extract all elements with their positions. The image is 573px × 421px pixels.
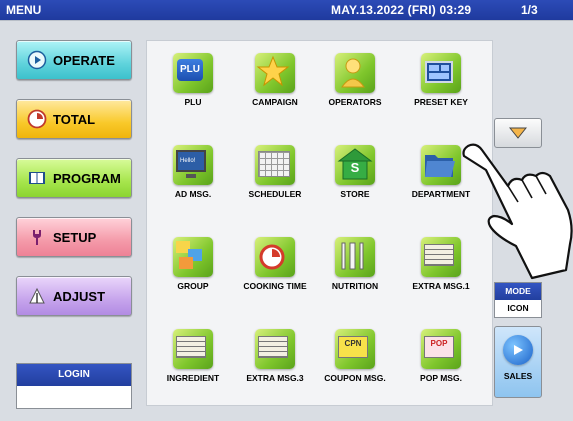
adjust-label: ADJUST	[53, 288, 106, 304]
tile-label: EXTRA MSG.1	[412, 281, 470, 291]
adjust-button[interactable]: ADJUST	[16, 276, 132, 316]
pop-icon: POP	[421, 329, 461, 369]
clock-icon	[27, 109, 47, 129]
tile-plu[interactable]: PLU PLU	[151, 53, 235, 107]
mode-value: ICON	[507, 303, 529, 313]
login-box[interactable]: LOGIN	[16, 363, 132, 409]
tile-pop-msg[interactable]: POP POP MSG.	[399, 329, 483, 383]
note-icon	[255, 329, 295, 369]
title-bar: MENU MAY.13.2022 (FRI) 03:29 1/3	[0, 0, 573, 20]
menu-icon-panel: PLU PLU CAMPAIGN OPERATORS PRESET KEY He…	[146, 40, 493, 406]
tile-label: AD MSG.	[174, 189, 212, 199]
note-icon	[421, 237, 461, 277]
note-icon	[173, 329, 213, 369]
star-icon	[255, 53, 295, 93]
tile-group[interactable]: GROUP	[151, 237, 235, 291]
setup-button[interactable]: SETUP	[16, 217, 132, 257]
tile-preset-key[interactable]: PRESET KEY	[399, 53, 483, 107]
tile-label: GROUP	[177, 281, 209, 291]
tile-label: STORE	[340, 189, 370, 199]
program-label: PROGRAM	[53, 170, 121, 186]
program-button[interactable]: PROGRAM	[16, 158, 132, 198]
play-circle-icon	[503, 335, 533, 365]
tile-coupon-msg[interactable]: CPN COUPON MSG.	[313, 329, 397, 383]
tile-extra-msg-3[interactable]: EXTRA MSG.3	[233, 329, 317, 383]
tile-label: NUTRITION	[331, 281, 379, 291]
coupon-icon: CPN	[335, 329, 375, 369]
wrench-icon	[33, 230, 41, 245]
setup-label: SETUP	[53, 229, 97, 245]
group-icon	[173, 237, 213, 277]
tile-label: POP MSG.	[420, 373, 462, 383]
adjust-icon	[29, 287, 45, 304]
operate-label: OPERATE	[53, 52, 115, 68]
book-icon	[29, 172, 45, 184]
tile-label: COUPON MSG.	[324, 373, 386, 383]
login-label: LOGIN	[17, 364, 131, 386]
tile-store[interactable]: S STORE	[313, 145, 397, 199]
store-icon: S	[335, 145, 375, 185]
sales-button[interactable]: SALES	[494, 326, 542, 398]
tile-label: CAMPAIGN	[252, 97, 298, 107]
tile-campaign[interactable]: CAMPAIGN	[233, 53, 317, 107]
sales-label: SALES	[503, 371, 533, 381]
tile-label: SCHEDULER	[248, 189, 302, 199]
tile-label: PRESET KEY	[414, 97, 468, 107]
calendar-icon	[255, 145, 295, 185]
mode-toggle[interactable]: MODE ICON	[494, 282, 542, 318]
tile-label: EXTRA MSG.3	[246, 373, 304, 383]
cutlery-icon	[335, 237, 375, 277]
down-triangle-icon	[509, 127, 527, 139]
tile-label: OPERATORS	[328, 97, 382, 107]
mode-label: MODE	[495, 283, 541, 300]
timer-icon	[255, 237, 295, 277]
datetime-display: MAY.13.2022 (FRI) 03:29	[331, 3, 472, 17]
tile-label: INGREDIENT	[166, 373, 220, 383]
total-button[interactable]: TOTAL	[16, 99, 132, 139]
tile-label: COOKING TIME	[243, 281, 307, 291]
tile-ingredient[interactable]: INGREDIENT	[151, 329, 235, 383]
tile-operators[interactable]: OPERATORS	[313, 53, 397, 107]
keyboard-icon	[421, 53, 461, 93]
operate-button[interactable]: OPERATE	[16, 40, 132, 80]
total-label: TOTAL	[53, 111, 96, 127]
menu-title: MENU	[6, 3, 42, 17]
folder-icon	[421, 145, 461, 185]
page-indicator: 1/3	[521, 3, 538, 17]
monitor-icon: Hello!	[173, 145, 213, 185]
pointing-hand-icon	[462, 143, 573, 280]
tile-label: PLU	[184, 97, 202, 107]
tile-ad-msg[interactable]: Hello! AD MSG.	[151, 145, 235, 199]
plu-icon: PLU	[173, 53, 213, 93]
person-icon	[335, 53, 375, 93]
tile-nutrition[interactable]: NUTRITION	[313, 237, 397, 291]
tile-cooking-time[interactable]: COOKING TIME	[233, 237, 317, 291]
play-icon	[27, 50, 47, 70]
tile-scheduler[interactable]: SCHEDULER	[233, 145, 317, 199]
